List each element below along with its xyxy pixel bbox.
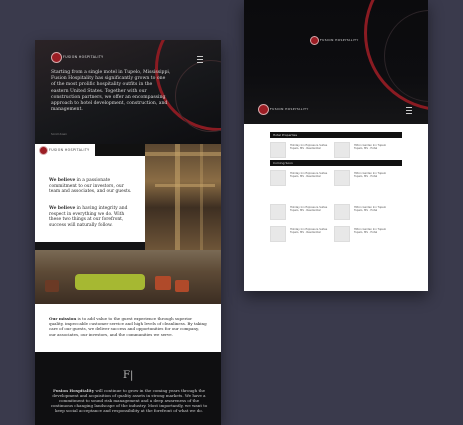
property-card-text[interactable]: Hilton Garden Inn Tupelo Tupelo, MS · Ho… xyxy=(354,172,392,179)
value-bold: We believe xyxy=(49,178,76,183)
values-section: We believe in a passionate commitment to… xyxy=(35,156,145,242)
property-thumbnail[interactable] xyxy=(270,142,286,158)
menu-icon[interactable] xyxy=(197,56,203,63)
section-header-coming-soon: Coming Soon xyxy=(270,160,402,166)
scroll-hint: Scroll down xyxy=(51,132,68,136)
property-thumbnail[interactable] xyxy=(270,226,286,242)
logo-icon[interactable] xyxy=(310,36,319,45)
logo-icon[interactable] xyxy=(258,104,269,115)
logo-text[interactable]: FUSION HOSPITALITY xyxy=(49,148,90,152)
property-card-text[interactable]: Hilton Garden Inn Tupelo Tupelo, MS · Ho… xyxy=(354,144,392,151)
property-thumbnail[interactable] xyxy=(270,204,286,220)
properties-hero: FUSION HOSPITALITY FUSION HOSPITALITY xyxy=(244,0,428,124)
homepage-mockup: FUSION HOSPITALITY Starting from a singl… xyxy=(35,40,221,425)
section-header-label: Hotel Properties xyxy=(273,133,298,137)
hero-section: FUSION HOSPITALITY Starting from a singl… xyxy=(35,40,221,144)
menu-icon[interactable] xyxy=(406,107,412,114)
logo-text[interactable]: FUSION HOSPITALITY xyxy=(320,38,359,42)
section-header-properties: Hotel Properties xyxy=(270,132,402,138)
logo-text[interactable]: FUSION HOSPITALITY xyxy=(270,107,309,111)
property-card-text[interactable]: Hilton Garden Inn Tupelo Tupelo, MS · Ho… xyxy=(354,206,392,213)
value-statement: We believe in having integrity and respe… xyxy=(49,206,135,228)
property-thumbnail[interactable] xyxy=(334,226,350,242)
property-card-text[interactable]: Holiday Inn Express & Suites Tupelo, MS … xyxy=(290,172,328,179)
footer-text: Fusion Hospitality will continue to grow… xyxy=(49,388,209,413)
property-thumbnail[interactable] xyxy=(334,142,350,158)
property-thumbnail[interactable] xyxy=(334,170,350,186)
logo-icon[interactable] xyxy=(39,146,48,155)
property-thumbnail[interactable] xyxy=(270,170,286,186)
property-card-text[interactable]: Holiday Inn Express & Suites Tupelo, MS … xyxy=(290,144,328,151)
lounge-photo xyxy=(35,250,221,304)
value-bold: We believe xyxy=(49,206,76,211)
mission-text: Our mission is to add value to the guest… xyxy=(49,316,207,337)
lobby-photo xyxy=(145,144,221,250)
logo-icon[interactable] xyxy=(51,52,62,63)
property-card-text[interactable]: Holiday Inn Express & Suites Tupelo, MS … xyxy=(290,228,328,235)
property-card-text[interactable]: Hilton Garden Inn Tupelo Tupelo, MS · Ho… xyxy=(354,228,392,235)
hero-text: Starting from a single motel in Tupelo, … xyxy=(51,70,171,113)
properties-mockup: FUSION HOSPITALITY FUSION HOSPITALITY Ho… xyxy=(244,0,428,291)
footer-section: F| Fusion Hospitality will continue to g… xyxy=(35,352,221,425)
value-statement: We believe in a passionate commitment to… xyxy=(49,178,135,195)
logo-text[interactable]: FUSION HOSPITALITY xyxy=(63,55,104,59)
property-thumbnail[interactable] xyxy=(334,204,350,220)
footer-logo-icon: F| xyxy=(123,370,134,381)
mission-section: Our mission is to add value to the guest… xyxy=(35,304,221,352)
section-header-label: Coming Soon xyxy=(273,161,293,165)
section-logo-badge: FUSION HOSPITALITY xyxy=(35,144,95,156)
property-card-text[interactable]: Holiday Inn Express & Suites Tupelo, MS … xyxy=(290,206,328,213)
